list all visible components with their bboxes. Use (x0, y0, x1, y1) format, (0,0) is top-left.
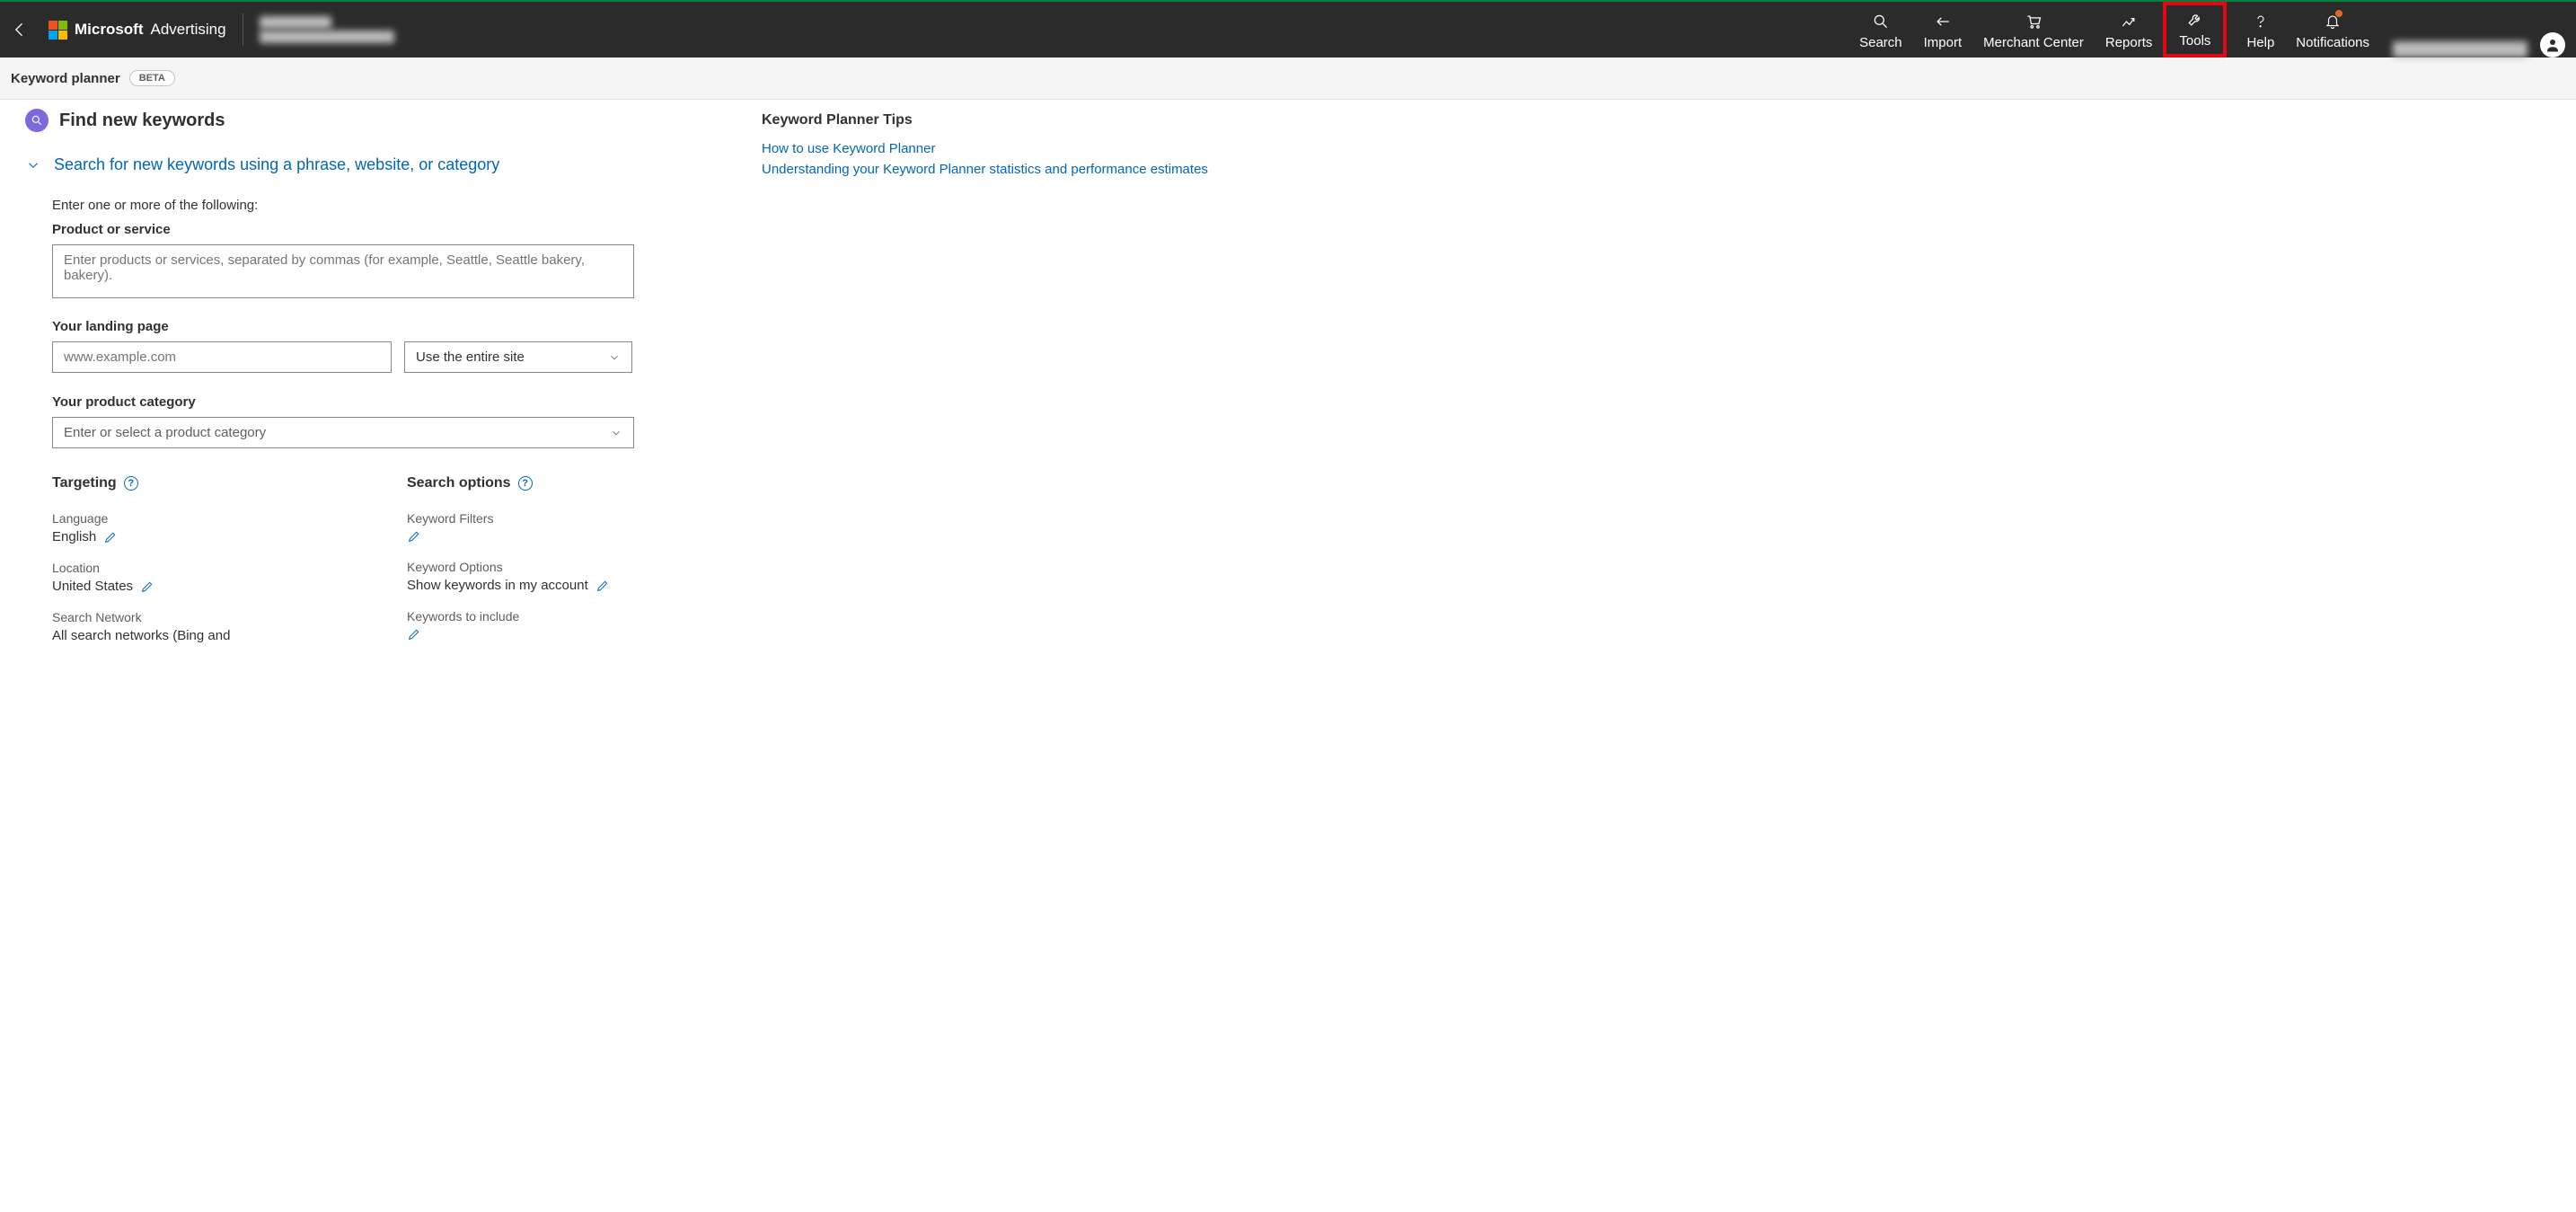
tips-link-understanding[interactable]: Understanding your Keyword Planner stati… (762, 162, 2551, 177)
notification-dot (2335, 10, 2342, 17)
landing-page-label: Your landing page (52, 319, 708, 334)
brand[interactable]: Microsoft Advertising (49, 21, 226, 40)
section-title: Find new keywords (25, 109, 708, 132)
nav-merchant-center[interactable]: Merchant Center (1972, 2, 2095, 58)
category-label: Your product category (52, 394, 708, 410)
network-value: All search networks (Bing and (52, 628, 230, 643)
chevron-down-icon (25, 157, 41, 173)
form-instruction: Enter one or more of the following: (52, 198, 708, 213)
location-label: Location (52, 561, 353, 575)
sub-header: Keyword planner BETA (0, 58, 2576, 100)
nav-search[interactable]: Search (1848, 2, 1913, 58)
user-name[interactable] (2393, 41, 2527, 58)
beta-badge: BETA (129, 70, 175, 86)
site-scope-select[interactable]: Use the entire site (404, 341, 632, 373)
keyword-filters-label: Keyword Filters (407, 511, 708, 526)
nav-notifications[interactable]: Notifications (2285, 2, 2380, 58)
keywords-include-label: Keywords to include (407, 609, 708, 624)
back-button[interactable] (11, 21, 29, 39)
search-icon (1872, 12, 1890, 31)
targeting-heading: Targeting ? (52, 475, 353, 491)
edit-location-button[interactable] (140, 579, 154, 594)
edit-filters-button[interactable] (407, 529, 421, 544)
import-icon (1933, 12, 1953, 31)
tips-heading: Keyword Planner Tips (762, 112, 2551, 128)
chevron-down-icon (608, 351, 621, 364)
nav-help[interactable]: Help (2236, 2, 2285, 58)
keyword-options-label: Keyword Options (407, 560, 708, 574)
nav-right: Search Import Merchant Center Reports To… (1848, 2, 2565, 58)
edit-options-button[interactable] (595, 579, 610, 593)
category-select[interactable]: Enter or select a product category (52, 417, 634, 448)
chart-icon (2120, 12, 2138, 31)
top-bar: Microsoft Advertising Search Import Merc… (0, 0, 2576, 58)
avatar[interactable] (2540, 32, 2565, 58)
cart-icon (2024, 12, 2043, 31)
brand-name-1: Microsoft (75, 21, 144, 39)
help-icon[interactable]: ? (124, 476, 138, 491)
bell-icon (2325, 12, 2341, 31)
account-switcher[interactable] (260, 16, 394, 43)
wrench-icon (2186, 10, 2204, 30)
nav-reports[interactable]: Reports (2095, 2, 2164, 58)
chevron-down-icon (610, 427, 622, 439)
microsoft-logo-icon (49, 21, 67, 40)
search-options-heading: Search options ? (407, 475, 708, 491)
expander-search-new-keywords[interactable]: Search for new keywords using a phrase, … (25, 155, 708, 174)
landing-page-input[interactable] (52, 341, 392, 373)
product-label: Product or service (52, 222, 708, 237)
nav-import[interactable]: Import (1913, 2, 1973, 58)
section-heading: Find new keywords (59, 111, 225, 131)
tips-panel: Keyword Planner Tips How to use Keyword … (762, 109, 2551, 182)
help-icon[interactable]: ? (518, 476, 533, 491)
edit-include-button[interactable] (407, 627, 421, 641)
network-label: Search Network (52, 610, 353, 624)
language-value: English (52, 529, 96, 544)
brand-name-2: Advertising (151, 21, 226, 39)
tips-link-how-to[interactable]: How to use Keyword Planner (762, 141, 2551, 156)
location-value: United States (52, 579, 133, 594)
edit-language-button[interactable] (103, 530, 118, 544)
help-icon (2253, 12, 2269, 31)
find-keywords-icon (25, 109, 49, 132)
product-input[interactable] (52, 244, 634, 298)
keyword-options-value: Show keywords in my account (407, 578, 588, 593)
page-title: Keyword planner (11, 71, 120, 86)
language-label: Language (52, 511, 353, 526)
nav-tools[interactable]: Tools (2163, 2, 2227, 58)
